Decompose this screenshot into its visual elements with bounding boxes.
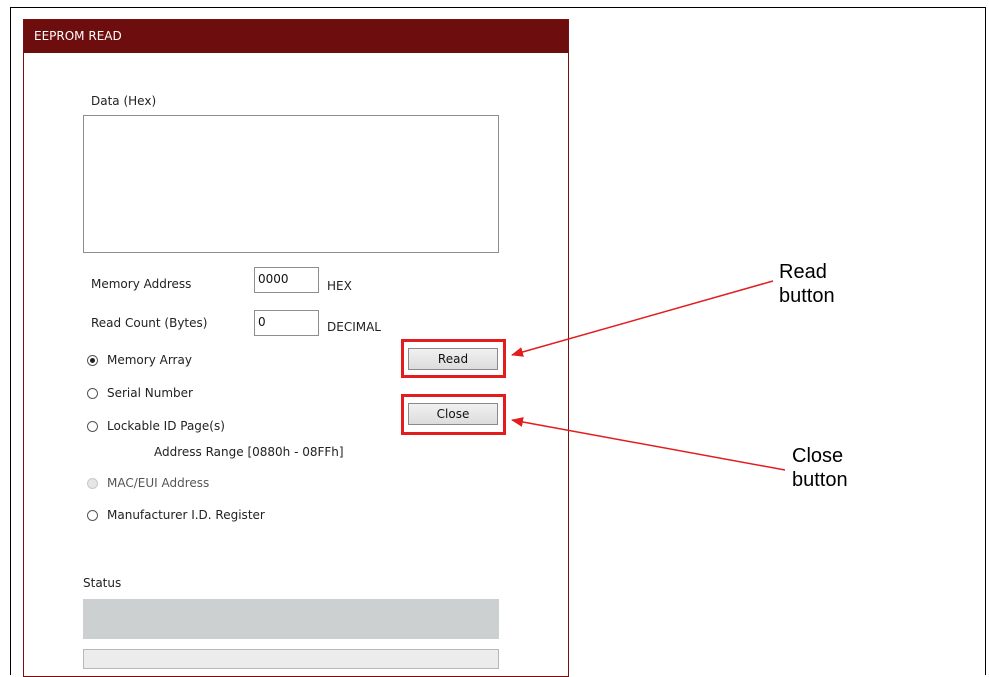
close-callout-arrow [511,417,786,471]
read-callout-line-2: button [779,285,835,307]
callout-arrows [511,280,786,471]
read-callout-arrow [511,280,774,357]
close-callout-line-2: button [792,469,848,491]
close-callout: Close button [792,444,848,492]
read-callout-line-1: Read [779,261,827,283]
close-callout-line-1: Close [792,445,844,467]
read-callout: Read button [779,260,835,308]
